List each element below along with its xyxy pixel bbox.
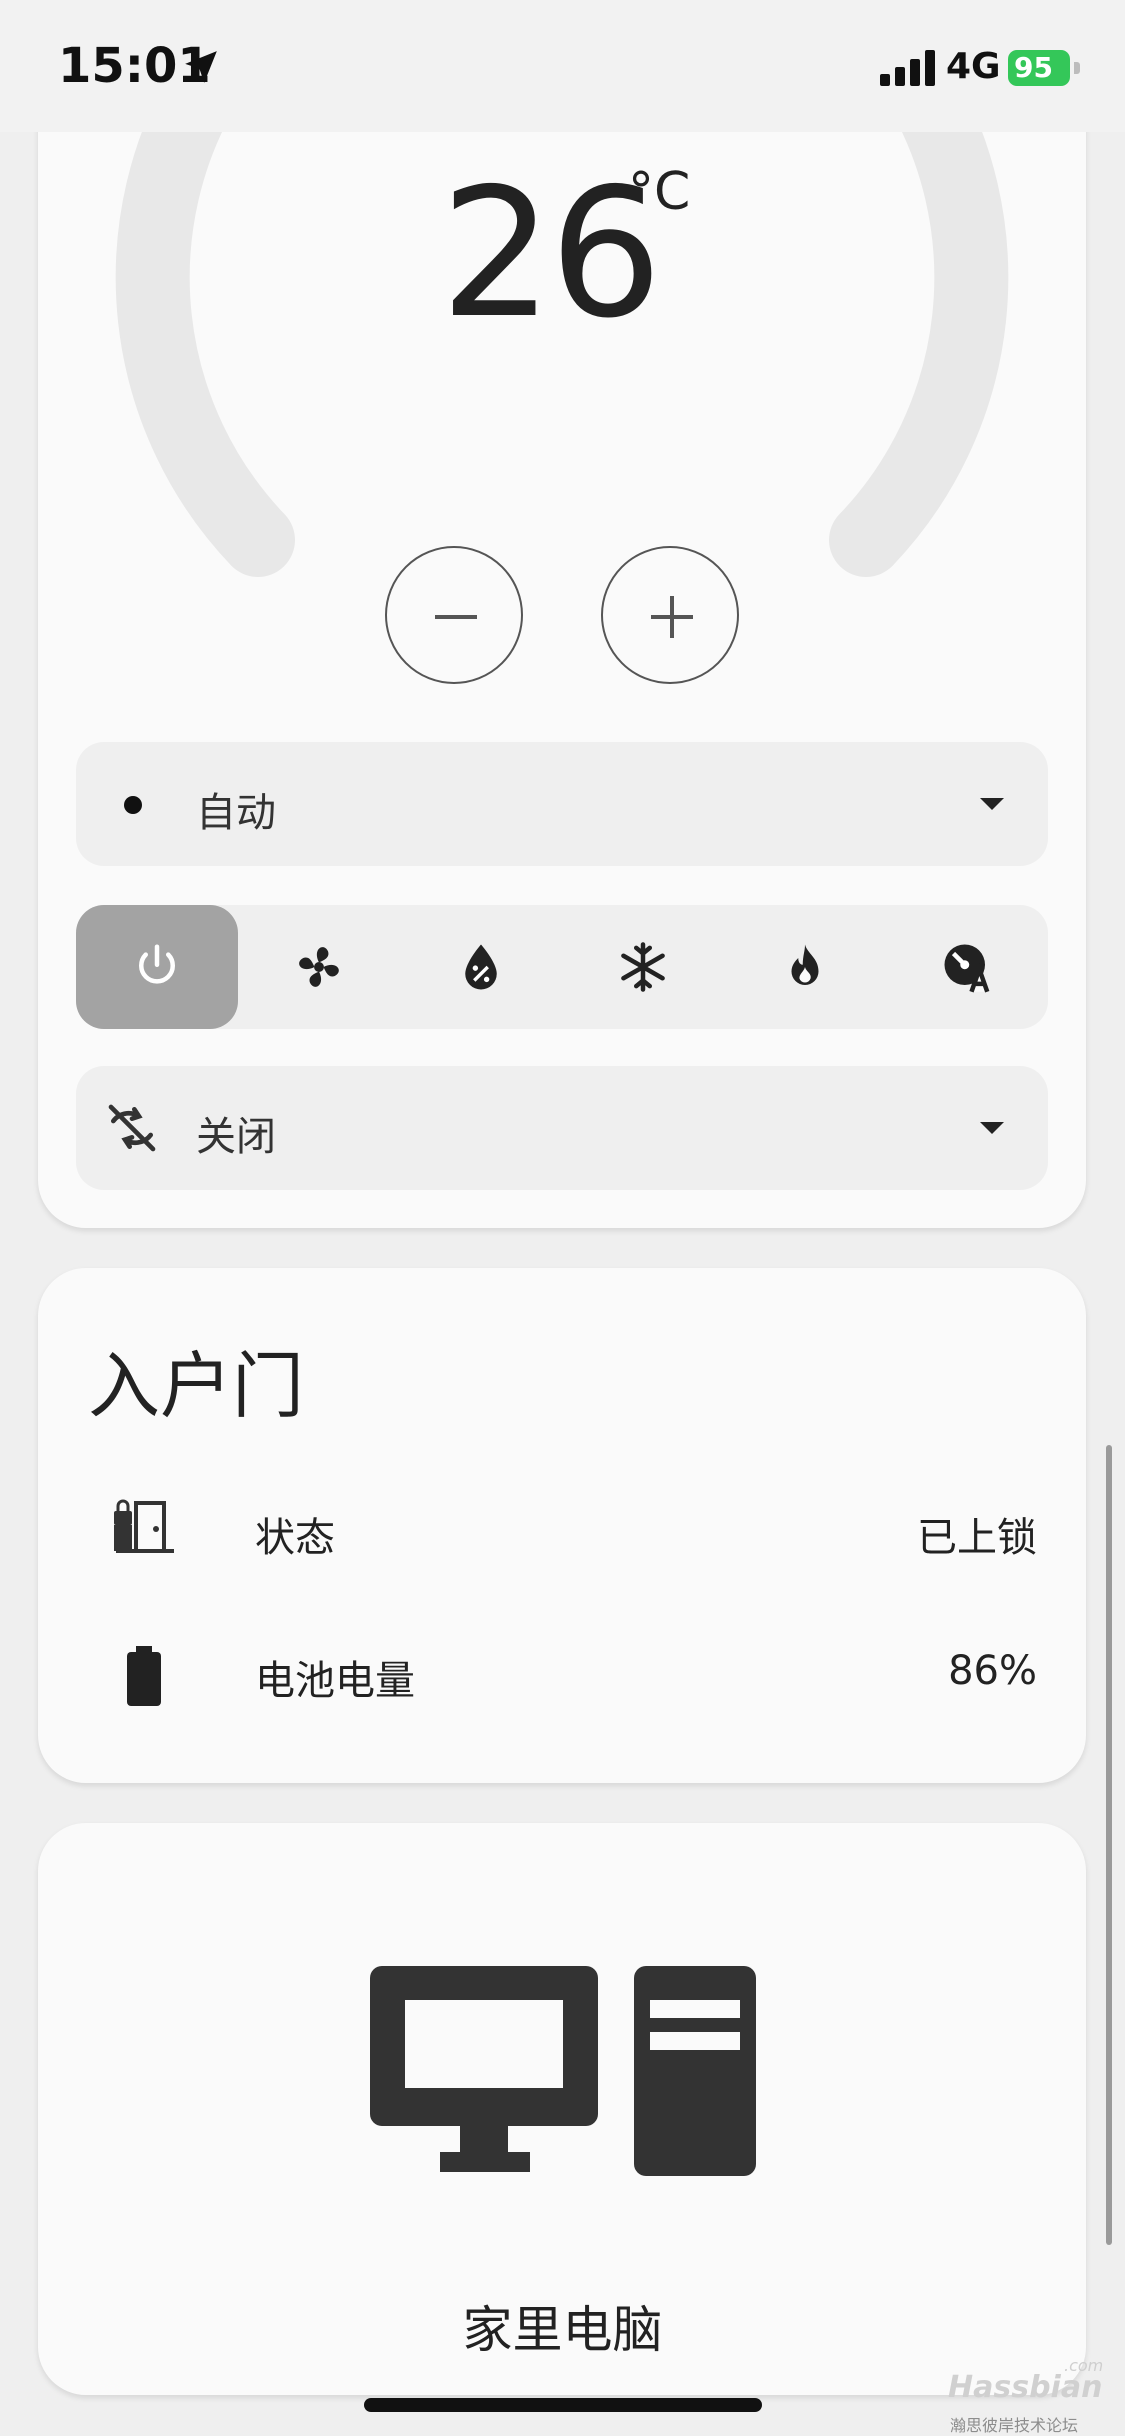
preset-mode-select[interactable]: 自动 [76,742,1048,866]
target-temperature: 26 [440,150,662,357]
dropdown-caret-icon [980,798,1004,810]
power-icon [139,944,175,984]
temperature-unit: °C [628,162,691,222]
hvac-mode-dry-button[interactable] [400,905,562,1029]
minus-icon [435,615,477,619]
dropdown-caret-icon [980,1122,1004,1134]
swing-mode-value: 关闭 [196,1114,276,1160]
hvac-mode-bar [76,905,1048,1029]
cellular-signal-icon [880,50,935,86]
dry-icon [465,944,497,990]
battery-icon [127,1646,161,1706]
location-arrow-icon [185,51,217,83]
fire-icon [791,944,819,985]
decrease-temperature-button[interactable] [385,546,523,684]
increase-temperature-button[interactable] [601,546,739,684]
swing-mode-select[interactable]: 关闭 [76,1066,1048,1190]
preset-bullet-icon [124,796,142,814]
desktop-computer-icon [370,1966,756,2176]
battery-level-value: 86% [948,1648,1037,1694]
status-bar: 15:01 4G 95 [0,0,1125,132]
hvac-mode-auto-button[interactable] [886,905,1048,1029]
hvac-mode-fan-button[interactable] [238,905,400,1029]
hvac-mode-heat-button[interactable] [724,905,886,1029]
scrollbar[interactable] [1106,1445,1112,2245]
door-status-label: 状态 [255,1515,335,1561]
pc-name: 家里电脑 [462,2301,663,2359]
battery-level-label: 电池电量 [255,1658,415,1704]
watermark-subtitle: 瀚思彼岸技术论坛 [950,2416,1079,2435]
door-card-title: 入户门 [88,1344,305,1428]
plus-icon [651,596,693,638]
snowflake-icon [621,942,665,992]
fan-icon [299,947,339,987]
hvac-mode-off-button[interactable] [76,905,238,1029]
battery-indicator: 95 [1008,50,1070,86]
watermark-brand: Hassbian [948,2370,1103,2405]
watermark-domain: .com [1064,2356,1104,2375]
battery-tip [1074,62,1080,74]
door-lock-icon [114,1499,174,1553]
door-status-value: 已上锁 [917,1515,1037,1561]
auto-mode-icon [944,944,990,993]
battery-level: 95 [1014,51,1053,84]
hvac-mode-cool-button[interactable] [562,905,724,1029]
preset-mode-value: 自动 [196,790,276,836]
home-indicator[interactable] [364,2398,762,2412]
network-type: 4G [946,46,1001,87]
swing-off-icon [108,1104,156,1152]
